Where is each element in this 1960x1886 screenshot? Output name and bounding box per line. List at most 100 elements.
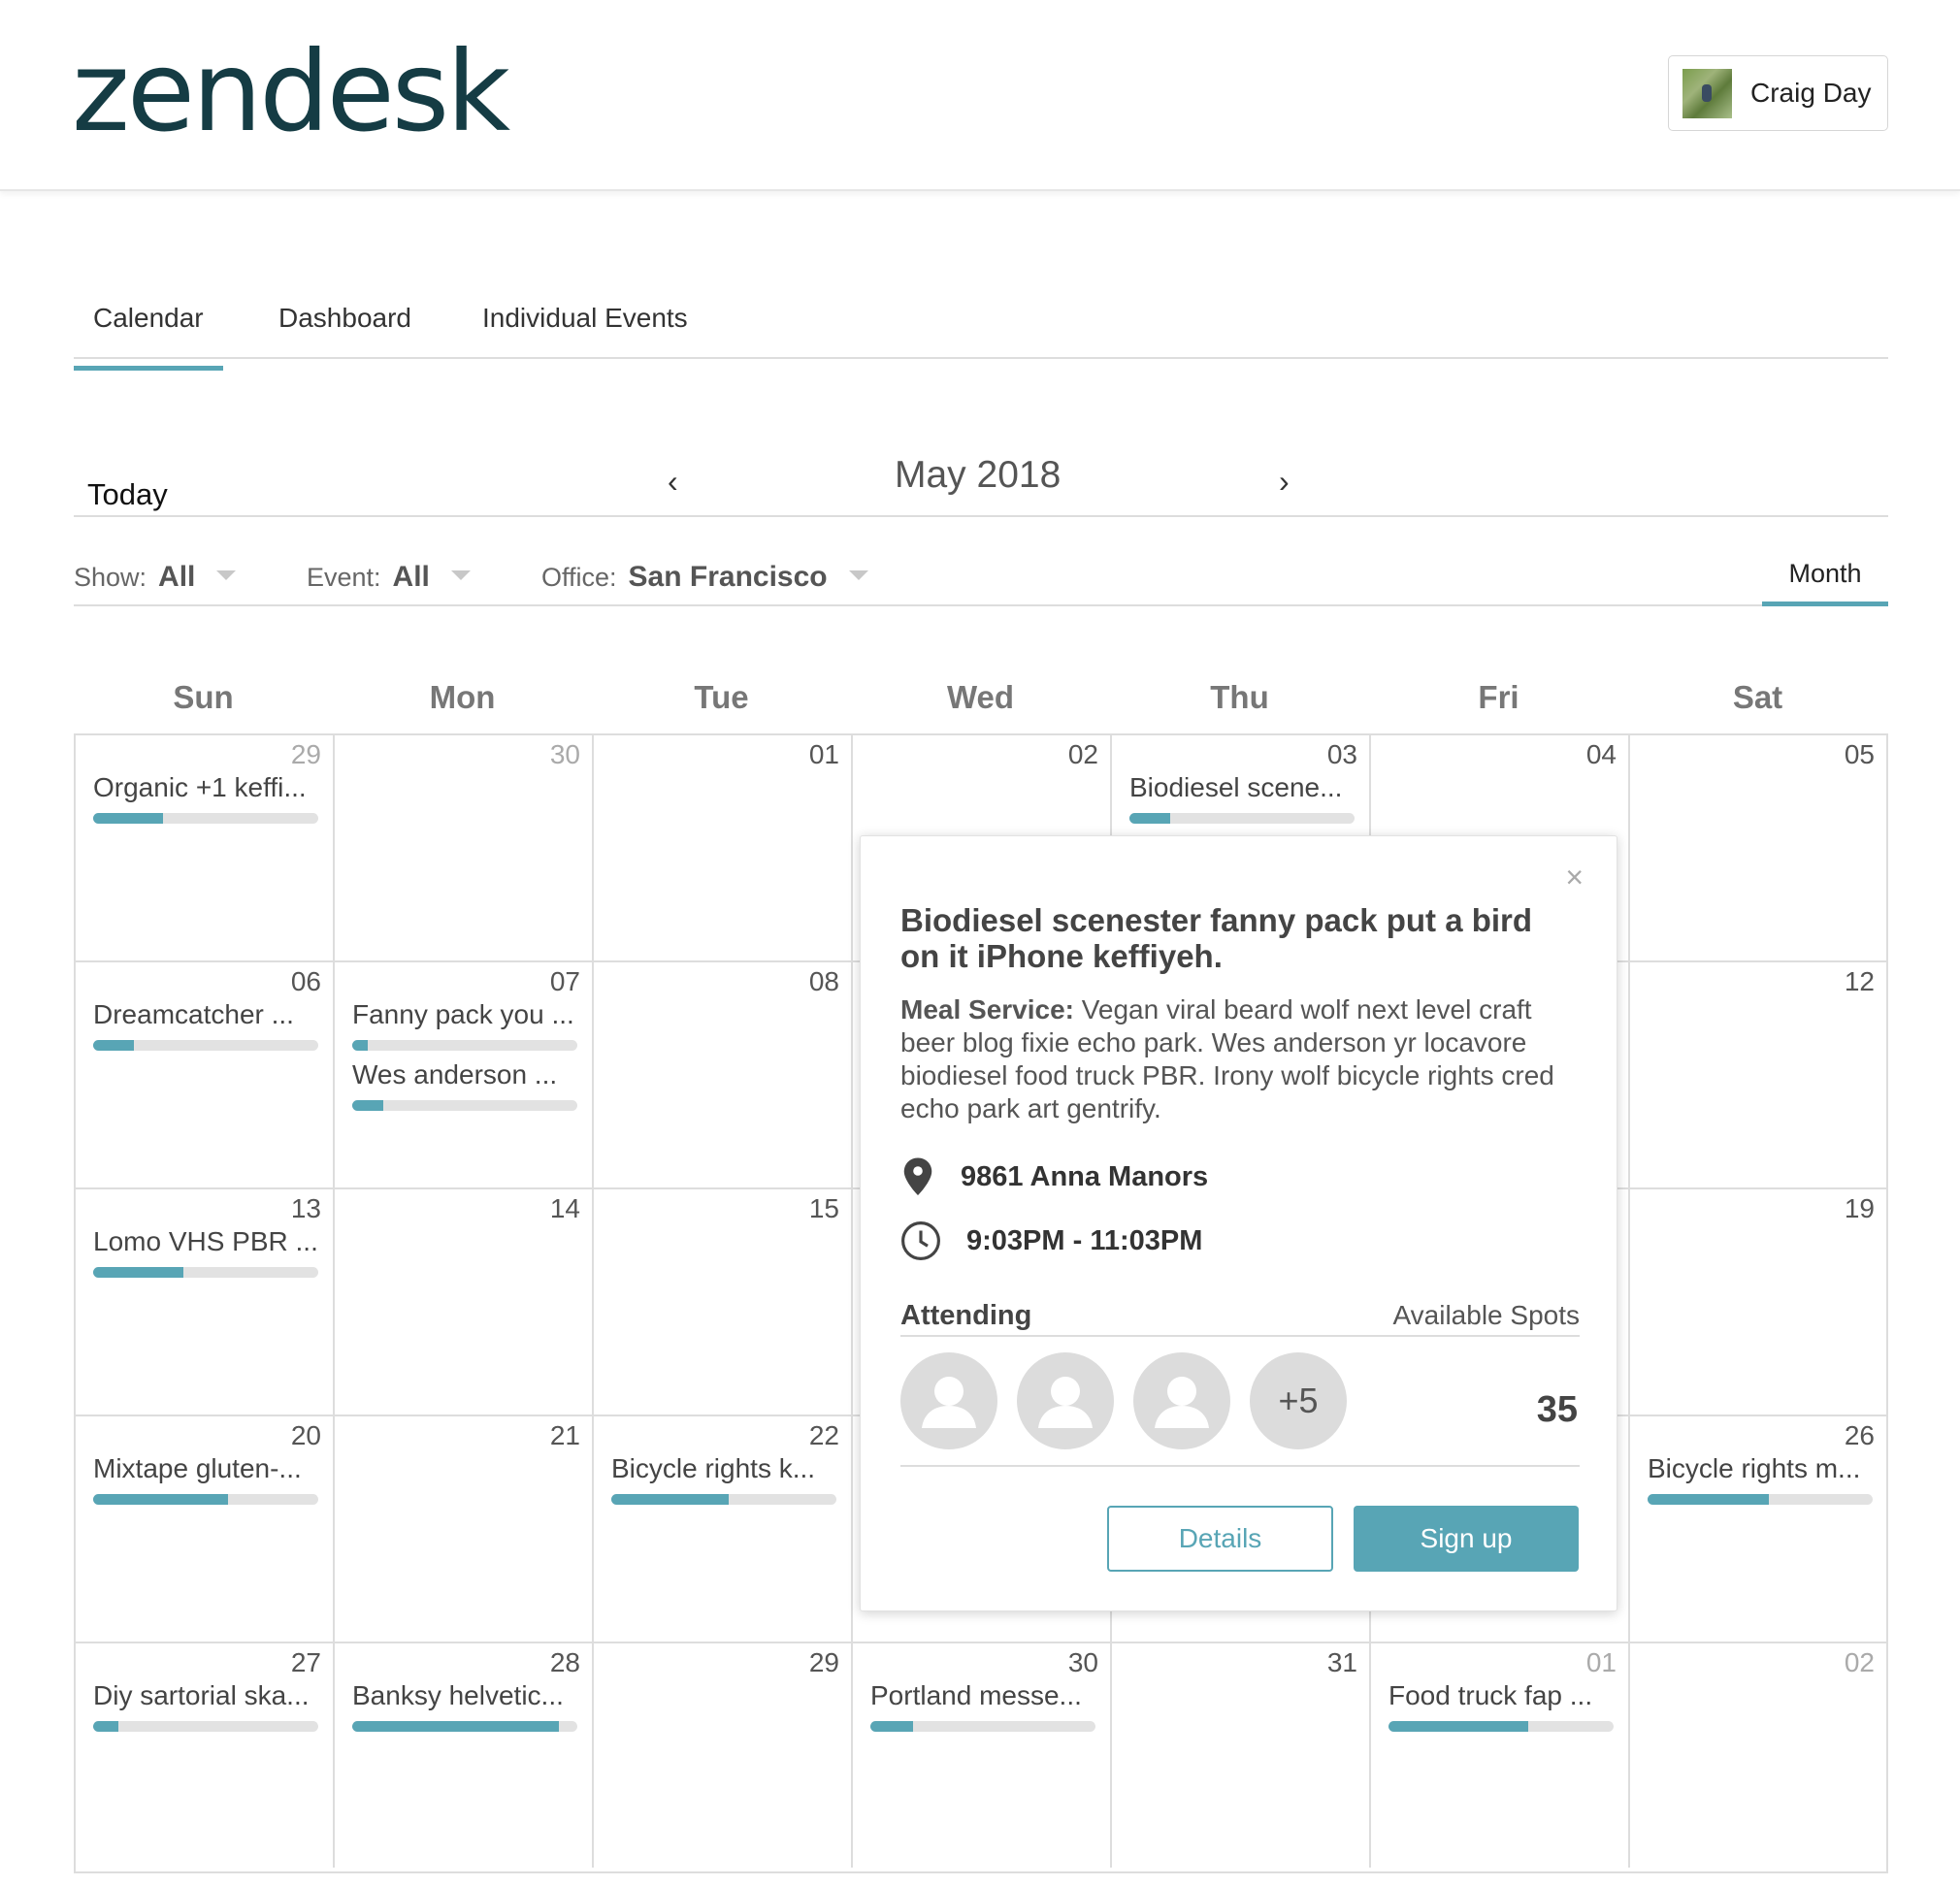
calendar-day-cell[interactable]: 31 bbox=[1112, 1643, 1371, 1868]
event-progress-bar bbox=[1388, 1721, 1614, 1732]
calendar-day-cell[interactable]: 21 bbox=[335, 1416, 594, 1643]
weekday-label: Tue bbox=[694, 679, 749, 715]
calendar-day-cell[interactable]: 30 bbox=[335, 735, 594, 962]
calendar-day-cell[interactable]: 01 bbox=[594, 735, 853, 962]
weekday-label: Fri bbox=[1478, 679, 1519, 715]
day-number: 02 bbox=[1844, 1647, 1875, 1677]
event-location: 9861 Anna Manors bbox=[900, 1156, 1208, 1197]
event-filter-dropdown[interactable]: Event: All bbox=[307, 561, 471, 594]
day-number: 31 bbox=[1326, 1647, 1357, 1677]
calendar-day-cell[interactable]: 07 Fanny pack you ... Wes anderson ... bbox=[335, 962, 594, 1189]
available-spots-label: Available Spots bbox=[1392, 1300, 1581, 1330]
today-button[interactable]: Today bbox=[87, 477, 168, 512]
calendar-day-cell[interactable]: 27 Diy sartorial ska... bbox=[76, 1643, 335, 1868]
weekday-label: Wed bbox=[946, 679, 1015, 715]
event-title: Bicycle rights k... bbox=[611, 1453, 816, 1483]
calendar-event[interactable]: Food truck fap ... bbox=[1388, 1680, 1614, 1732]
location-text: 9861 Anna Manors bbox=[961, 1160, 1209, 1192]
user-menu-button[interactable]: Craig Day bbox=[1668, 55, 1888, 131]
day-number: 13 bbox=[290, 1193, 321, 1223]
calendar-event[interactable]: Wes anderson ... bbox=[352, 1059, 577, 1111]
event-progress-fill bbox=[93, 1040, 134, 1051]
event-progress-bar bbox=[352, 1100, 577, 1111]
calendar-day-cell[interactable]: 15 bbox=[594, 1189, 853, 1416]
calendar-day-cell[interactable]: 12 bbox=[1630, 962, 1886, 1189]
event-title: Dreamcatcher ... bbox=[93, 999, 294, 1029]
calendar-day-cell[interactable]: 06 Dreamcatcher ... bbox=[76, 962, 335, 1189]
calendar-day-cell[interactable]: 13 Lomo VHS PBR ... bbox=[76, 1189, 335, 1416]
calendar-day-cell[interactable]: 30 Portland messe... bbox=[853, 1643, 1112, 1868]
filter-value: All bbox=[158, 561, 196, 593]
calendar-day-cell[interactable]: 29 bbox=[594, 1643, 853, 1868]
attendee-avatar[interactable] bbox=[900, 1352, 997, 1449]
calendar-event[interactable]: Diy sartorial ska... bbox=[93, 1680, 318, 1732]
calendar-event[interactable]: Mixtape gluten-... bbox=[93, 1453, 318, 1505]
calendar-event[interactable]: Portland messe... bbox=[870, 1680, 1095, 1732]
available-spots-count: 35 bbox=[1536, 1389, 1578, 1430]
day-number: 06 bbox=[290, 966, 321, 996]
month-view-tab[interactable]: Month bbox=[1762, 543, 1888, 606]
event-progress-bar bbox=[870, 1721, 1095, 1732]
calendar-day-cell[interactable]: 02 bbox=[1630, 1643, 1886, 1868]
event-title: Lomo VHS PBR ... bbox=[93, 1226, 318, 1256]
app-header: zendesk Craig Day bbox=[0, 0, 1960, 191]
day-number: 12 bbox=[1844, 966, 1875, 996]
close-icon[interactable]: × bbox=[1565, 860, 1584, 895]
details-button[interactable]: Details bbox=[1107, 1506, 1333, 1572]
sign-up-button[interactable]: Sign up bbox=[1354, 1506, 1579, 1572]
day-number: 20 bbox=[290, 1420, 321, 1450]
event-progress-fill bbox=[93, 813, 163, 824]
office-filter-dropdown[interactable]: Office: San Francisco bbox=[541, 561, 868, 594]
tab-bar: Calendar Dashboard Individual Events bbox=[74, 291, 1888, 371]
calendar-day-cell[interactable]: 19 bbox=[1630, 1189, 1886, 1416]
calendar-day-cell[interactable]: 01 Food truck fap ... bbox=[1371, 1643, 1630, 1868]
tab-dashboard[interactable]: Dashboard bbox=[278, 303, 411, 359]
event-progress-bar bbox=[352, 1040, 577, 1051]
calendar-event[interactable]: Banksy helvetic... bbox=[352, 1680, 577, 1732]
calendar-day-cell[interactable]: 20 Mixtape gluten-... bbox=[76, 1416, 335, 1643]
time-text: 9:03PM - 11:03PM bbox=[966, 1224, 1203, 1256]
event-progress-fill bbox=[1648, 1494, 1770, 1505]
calendar-day-cell[interactable]: 22 Bicycle rights k... bbox=[594, 1416, 853, 1643]
prev-month-icon[interactable]: ‹ bbox=[668, 464, 678, 500]
calendar-event[interactable]: Fanny pack you ... bbox=[352, 999, 577, 1051]
calendar-day-cell[interactable]: 26 Bicycle rights m... bbox=[1630, 1416, 1886, 1643]
calendar-day-cell[interactable]: 28 Banksy helvetic... bbox=[335, 1643, 594, 1868]
month-title: May 2018 bbox=[895, 454, 1062, 496]
tab-calendar[interactable]: Calendar bbox=[74, 303, 223, 371]
calendar-event[interactable]: Bicycle rights k... bbox=[611, 1453, 836, 1505]
show-filter-dropdown[interactable]: Show: All bbox=[74, 561, 237, 594]
calendar-event[interactable]: Dreamcatcher ... bbox=[93, 999, 318, 1051]
day-number: 01 bbox=[1585, 1647, 1617, 1677]
month-navigation: Today ‹ May 2018 › bbox=[74, 437, 1888, 517]
zendesk-logo[interactable]: zendesk bbox=[72, 37, 510, 147]
calendar-event[interactable]: Organic +1 keffi... bbox=[93, 772, 318, 824]
next-month-icon[interactable]: › bbox=[1279, 464, 1290, 500]
calendar-day-cell[interactable]: 29 Organic +1 keffi... bbox=[76, 735, 335, 962]
user-icon bbox=[1038, 1377, 1093, 1428]
attending-label: Attending bbox=[900, 1300, 1032, 1331]
calendar-event[interactable]: Biodiesel scene... bbox=[1129, 772, 1355, 824]
tab-individual-events[interactable]: Individual Events bbox=[482, 303, 688, 359]
calendar-event[interactable]: Lomo VHS PBR ... bbox=[93, 1226, 318, 1278]
calendar-day-cell[interactable]: 14 bbox=[335, 1189, 594, 1416]
event-time: 9:03PM - 11:03PM bbox=[900, 1220, 1202, 1261]
weekday-label: Sun bbox=[173, 679, 234, 715]
attendee-avatar[interactable] bbox=[1133, 1352, 1230, 1449]
weekday-label: Sat bbox=[1732, 679, 1783, 715]
calendar-day-cell[interactable]: 08 bbox=[594, 962, 853, 1189]
weekday-label: Mon bbox=[429, 679, 496, 715]
tab-label: Dashboard bbox=[278, 303, 411, 333]
attendee-avatar[interactable] bbox=[1017, 1352, 1114, 1449]
day-number: 07 bbox=[549, 966, 580, 996]
calendar-day-cell[interactable]: 05 bbox=[1630, 735, 1886, 962]
attending-header: Attending Available Spots bbox=[900, 1300, 1580, 1337]
calendar-event[interactable]: Bicycle rights m... bbox=[1648, 1453, 1873, 1505]
day-number: 19 bbox=[1844, 1193, 1875, 1223]
day-number: 30 bbox=[549, 739, 580, 769]
description-label: Meal Service: bbox=[900, 994, 1074, 1024]
day-number: 08 bbox=[808, 966, 839, 996]
more-attendees-badge[interactable]: +5 bbox=[1250, 1352, 1347, 1449]
event-title: Organic +1 keffi... bbox=[93, 772, 307, 802]
filter-value: San Francisco bbox=[628, 561, 828, 593]
